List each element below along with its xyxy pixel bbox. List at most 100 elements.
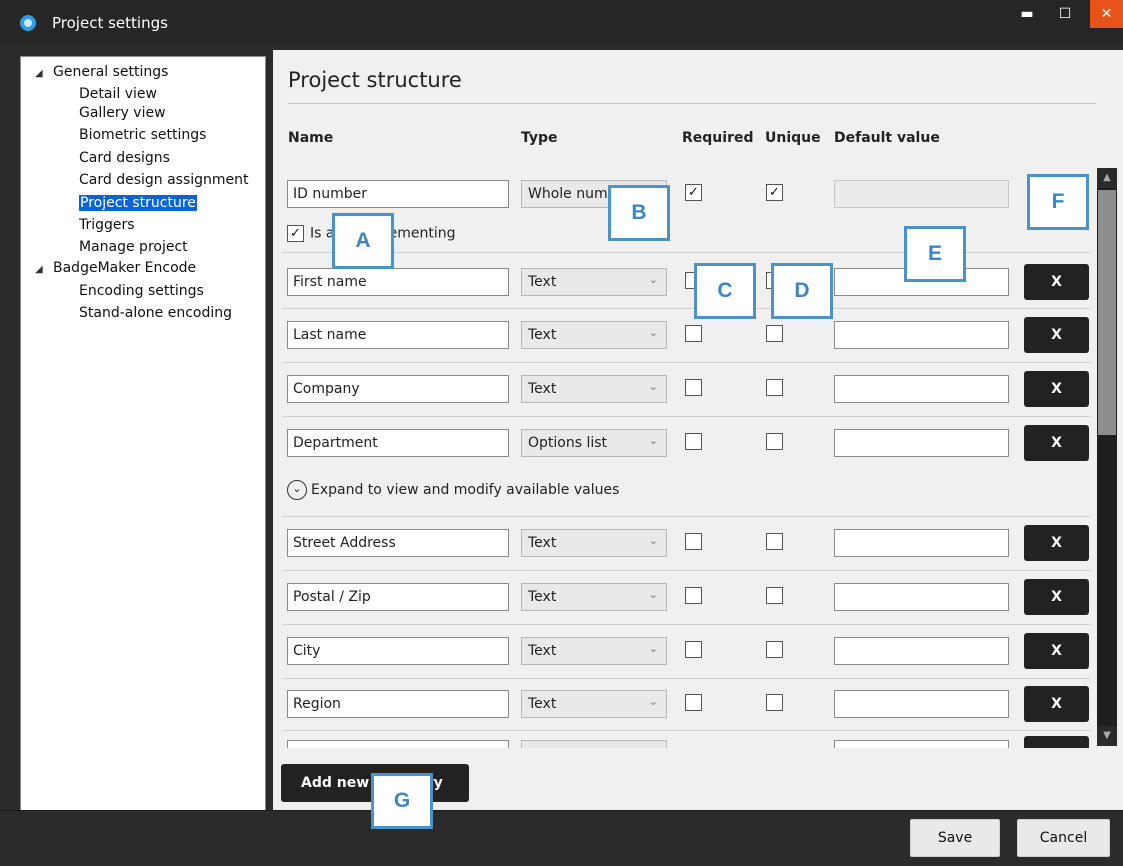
required-checkbox[interactable] (685, 379, 702, 396)
callout-f: F (1027, 174, 1089, 230)
required-checkbox[interactable] (685, 694, 702, 711)
close-button[interactable]: ✕ (1090, 0, 1123, 28)
row-divider (283, 570, 1091, 571)
row-divider (283, 362, 1091, 363)
property-type-select[interactable]: Text ⌄ (521, 690, 667, 718)
required-checkbox[interactable] (685, 433, 702, 450)
default-value-input[interactable] (834, 375, 1009, 403)
property-name-input[interactable]: Region (287, 690, 509, 718)
unique-checkbox[interactable] (766, 325, 783, 342)
property-name-input[interactable]: First name (287, 268, 509, 296)
property-type-select[interactable]: Text ⌄ (521, 529, 667, 557)
tree-item-gallery-view[interactable]: Gallery view (79, 105, 166, 121)
vertical-scrollbar[interactable]: ▲ ▼ (1097, 168, 1117, 746)
row-divider (283, 252, 1091, 253)
row-divider (283, 678, 1091, 679)
default-value-input[interactable] (834, 429, 1009, 457)
tree-item-manage-project[interactable]: Manage project (79, 239, 188, 255)
property-name-input[interactable] (287, 740, 509, 748)
delete-property-button[interactable]: X (1024, 579, 1089, 615)
tree-item-encoding-settings[interactable]: Encoding settings (79, 283, 204, 299)
column-header-name: Name (288, 130, 334, 146)
property-type-value: Options list (528, 435, 608, 451)
footer-bar: Save Cancel (0, 810, 1123, 866)
callout-b: B (608, 185, 670, 241)
tree-group-badgemaker-encode[interactable]: ◢ BadgeMaker Encode (35, 260, 196, 278)
unique-checkbox[interactable] (766, 587, 783, 604)
property-name-input[interactable]: Street Address (287, 529, 509, 557)
property-type-select[interactable]: Text ⌄ (521, 637, 667, 665)
callout-c: C (694, 263, 756, 319)
property-type-select[interactable]: Text ⌄ (521, 268, 667, 296)
default-value-input[interactable] (834, 180, 1009, 208)
auto-increment-checkbox[interactable]: ✓ (287, 225, 304, 242)
delete-property-button[interactable]: X (1024, 425, 1089, 461)
tree-item-stand-alone-encoding[interactable]: Stand-alone encoding (79, 305, 232, 321)
tree-item-project-structure[interactable]: Project structure (79, 195, 197, 211)
expanded-triangle-icon[interactable]: ◢ (35, 262, 53, 278)
row-divider (283, 624, 1091, 625)
property-type-value: Text (528, 381, 557, 397)
delete-property-button[interactable]: X (1024, 633, 1089, 669)
delete-property-button[interactable] (1024, 736, 1089, 748)
required-checkbox[interactable] (685, 641, 702, 658)
callout-e: E (904, 226, 966, 282)
row-divider (283, 730, 1091, 731)
property-name-input[interactable]: Postal / Zip (287, 583, 509, 611)
chevron-down-icon: ⌄ (648, 642, 658, 655)
unique-checkbox[interactable] (766, 641, 783, 658)
default-value-input[interactable] (834, 583, 1009, 611)
unique-checkbox[interactable] (766, 379, 783, 396)
chevron-down-icon: ⌄ (648, 534, 658, 547)
unique-checkbox[interactable] (766, 533, 783, 550)
property-type-select[interactable]: Text ⌄ (521, 583, 667, 611)
tree-item-triggers[interactable]: Triggers (79, 217, 135, 233)
expand-values-option[interactable]: ⌄ Expand to view and modify available val… (287, 480, 619, 500)
callout-g: G (371, 773, 433, 829)
chevron-down-icon: ⌄ (648, 380, 658, 393)
tree-item-detail-view[interactable]: Detail view (79, 86, 157, 102)
maximize-button[interactable]: ☐ (1050, 0, 1080, 28)
property-name-input[interactable]: Company (287, 375, 509, 403)
cancel-button[interactable]: Cancel (1017, 819, 1110, 857)
scroll-up-arrow-icon[interactable]: ▲ (1097, 168, 1117, 188)
tree-item-card-design-assignment[interactable]: Card design assignment (79, 172, 249, 188)
unique-checkbox[interactable]: ✓ (766, 184, 783, 201)
property-type-select[interactable]: Text ⌄ (521, 321, 667, 349)
property-name-input[interactable]: ID number (287, 180, 509, 208)
property-type-select[interactable] (521, 740, 667, 748)
scroll-thumb[interactable] (1098, 190, 1116, 435)
default-value-input[interactable] (834, 637, 1009, 665)
delete-property-button[interactable]: X (1024, 264, 1089, 300)
property-name-input[interactable]: Department (287, 429, 509, 457)
delete-property-button[interactable]: X (1024, 371, 1089, 407)
default-value-input[interactable] (834, 740, 1009, 748)
tree-item-biometric-settings[interactable]: Biometric settings (79, 127, 206, 143)
required-checkbox[interactable] (685, 587, 702, 604)
property-type-select[interactable]: Options list ⌄ (521, 429, 667, 457)
required-checkbox[interactable] (685, 533, 702, 550)
default-value-input[interactable] (834, 690, 1009, 718)
required-checkbox[interactable] (685, 325, 702, 342)
scroll-down-arrow-icon[interactable]: ▼ (1097, 726, 1117, 746)
minimize-button[interactable]: ▬ (1012, 0, 1042, 28)
unique-checkbox[interactable] (766, 694, 783, 711)
delete-property-button[interactable]: X (1024, 686, 1089, 722)
default-value-input[interactable] (834, 321, 1009, 349)
tree-item-card-designs[interactable]: Card designs (79, 150, 170, 166)
save-button[interactable]: Save (910, 819, 1000, 857)
column-header-unique: Unique (765, 130, 821, 146)
delete-property-button[interactable]: X (1024, 317, 1089, 353)
unique-checkbox[interactable] (766, 433, 783, 450)
tree-group-general-settings[interactable]: ◢ General settings (35, 64, 168, 82)
property-type-select[interactable]: Text ⌄ (521, 375, 667, 403)
expand-circle-icon[interactable]: ⌄ (287, 480, 307, 500)
settings-tree: ◢ General settings Detail view Gallery vi… (20, 56, 266, 826)
expanded-triangle-icon[interactable]: ◢ (35, 66, 53, 82)
property-name-input[interactable]: Last name (287, 321, 509, 349)
required-checkbox[interactable]: ✓ (685, 184, 702, 201)
property-name-input[interactable]: City (287, 637, 509, 665)
delete-property-button[interactable]: X (1024, 525, 1089, 561)
default-value-input[interactable] (834, 529, 1009, 557)
property-type-value: Text (528, 535, 557, 551)
